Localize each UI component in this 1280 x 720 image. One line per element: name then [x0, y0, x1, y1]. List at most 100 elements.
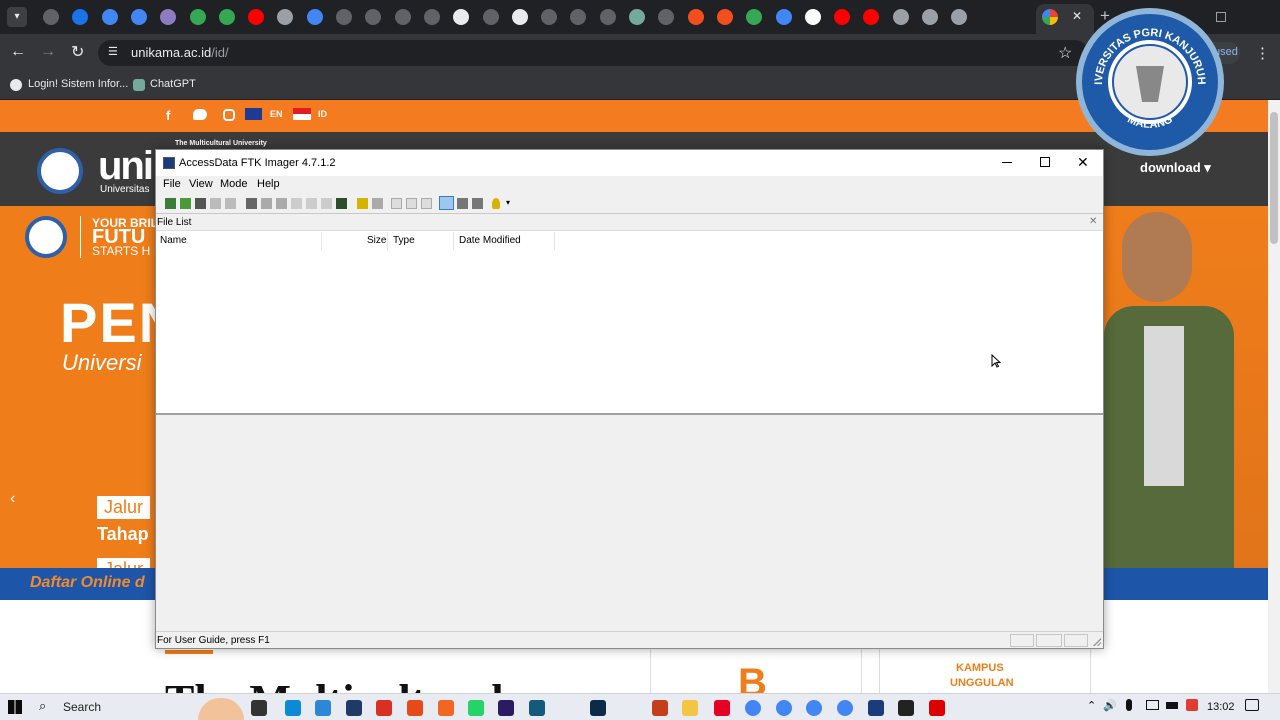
tab-favicon-icon[interactable] — [599, 9, 616, 25]
verify-drive-icon[interactable] — [321, 198, 332, 209]
add-all-devices-icon[interactable] — [180, 198, 191, 209]
tab-favicon-icon[interactable] — [43, 9, 59, 25]
tab-favicon-icon[interactable] — [746, 9, 763, 25]
col-divider[interactable] — [321, 232, 322, 250]
tab-favicon-icon[interactable] — [775, 9, 792, 25]
minimize-button[interactable] — [1002, 162, 1012, 163]
photoshop-icon[interactable] — [590, 700, 606, 716]
tab-favicon-icon[interactable] — [863, 9, 880, 25]
download-menu[interactable]: download ▾ — [1140, 160, 1211, 176]
file-explorer-icon[interactable] — [682, 700, 698, 716]
clock[interactable]: 13:02 — [1207, 701, 1235, 713]
tab-favicon-icon[interactable] — [658, 9, 675, 25]
tab-favicon-icon[interactable] — [72, 9, 89, 25]
start-icon[interactable] — [8, 700, 22, 714]
tab-favicon-icon[interactable] — [277, 9, 294, 25]
tab-favicon-icon[interactable] — [218, 9, 235, 25]
export-logical-image-icon[interactable] — [276, 198, 287, 209]
pinterest-icon[interactable] — [714, 700, 730, 716]
battery-icon[interactable] — [1166, 702, 1178, 709]
facebook-icon[interactable]: f — [166, 108, 170, 123]
site-info-icon[interactable]: ☰ — [108, 46, 120, 58]
ftk-imager-icon[interactable] — [868, 700, 884, 716]
tab-favicon-icon[interactable] — [716, 9, 733, 25]
export-disk-image-icon[interactable] — [261, 198, 272, 209]
obtain-protected-files-icon[interactable] — [357, 198, 368, 209]
tab-favicon-icon[interactable] — [101, 9, 118, 25]
remove-evidence-icon[interactable] — [210, 198, 221, 209]
view-mode-text-icon[interactable] — [457, 198, 468, 209]
tab-favicon-icon[interactable] — [834, 9, 851, 25]
page-scrollbar[interactable] — [1268, 100, 1280, 693]
add-evidence-icon[interactable] — [165, 198, 176, 209]
task-view-icon[interactable] — [251, 700, 267, 716]
tab-favicon-icon[interactable] — [804, 9, 821, 25]
panel-close-icon[interactable]: ✕ — [1089, 216, 1097, 227]
notification-icon[interactable] — [1245, 699, 1259, 711]
app-icon[interactable] — [438, 700, 454, 716]
menu-view[interactable]: View — [189, 178, 213, 190]
view-mode-hex-icon[interactable] — [472, 198, 483, 209]
menu-file[interactable]: File — [163, 178, 181, 190]
shield-app-icon[interactable] — [898, 700, 914, 716]
calculator-icon[interactable] — [315, 700, 331, 716]
office-icon[interactable] — [407, 700, 423, 716]
chrome-icon[interactable] — [806, 700, 822, 716]
tray-app-icon[interactable] — [1186, 699, 1198, 711]
lang-en[interactable]: EN — [270, 109, 283, 119]
tab-favicon-icon[interactable] — [951, 9, 968, 25]
app-icon[interactable] — [529, 700, 545, 716]
chrome-icon[interactable] — [745, 700, 761, 716]
tab-favicon-icon[interactable] — [511, 9, 528, 25]
tab-favicon-icon[interactable] — [248, 9, 265, 25]
ftk-title-bar[interactable]: AccessData FTK Imager 4.7.1.2 ✕ — [156, 150, 1103, 176]
export-files-icon[interactable] — [391, 198, 402, 209]
reload-icon[interactable]: ↻ — [71, 42, 84, 62]
capture-memory-icon[interactable] — [336, 198, 347, 209]
daftar-online-text[interactable]: Daftar Online d — [30, 574, 145, 592]
microphone-icon[interactable] — [1126, 699, 1132, 711]
col-divider[interactable] — [453, 232, 454, 250]
back-icon[interactable]: ← — [10, 43, 26, 61]
decrypt-icon[interactable] — [306, 198, 317, 209]
indonesia-flag-icon[interactable] — [293, 108, 311, 120]
australia-flag-icon[interactable] — [245, 108, 262, 120]
help-icon[interactable] — [492, 198, 500, 209]
tray-chevron-icon[interactable]: ⌃ — [1087, 699, 1096, 712]
remove-all-evidence-icon[interactable] — [225, 198, 236, 209]
chrome-icon[interactable] — [837, 700, 853, 716]
bookmark-star-icon[interactable]: ☆ — [1058, 43, 1072, 63]
tab-favicon-icon[interactable] — [687, 9, 704, 25]
tab-favicon-icon[interactable] — [189, 9, 206, 25]
export-file-hash-icon[interactable] — [406, 198, 417, 209]
create-custom-content-icon[interactable] — [291, 198, 302, 209]
col-divider[interactable] — [554, 232, 555, 250]
browser-menu-icon[interactable]: ⋮ — [1255, 44, 1270, 62]
tab-favicon-icon[interactable] — [922, 9, 938, 25]
tab-favicon-icon[interactable] — [629, 9, 645, 25]
premiere-icon[interactable] — [498, 700, 514, 716]
menu-help[interactable]: Help — [257, 178, 280, 190]
tab-favicon-icon[interactable] — [130, 9, 147, 25]
tab-favicon-icon[interactable] — [541, 9, 558, 25]
col-size[interactable]: Size — [367, 235, 386, 246]
add-to-custom-content-icon[interactable] — [421, 198, 432, 209]
view-mode-auto-icon[interactable] — [439, 196, 454, 210]
record-icon[interactable] — [929, 700, 945, 716]
tab-favicon-icon[interactable] — [306, 9, 323, 25]
pdf-icon[interactable] — [376, 700, 392, 716]
detect-encryption-icon[interactable] — [372, 198, 383, 209]
scrollbar-thumb[interactable] — [1270, 112, 1278, 244]
whatsapp-icon[interactable] — [468, 700, 484, 716]
tab-favicon-icon[interactable] — [453, 9, 470, 25]
lang-id[interactable]: ID — [318, 109, 327, 119]
tab-favicon-icon[interactable] — [482, 9, 499, 25]
carousel-prev-icon[interactable]: ‹ — [10, 490, 15, 508]
tab-favicon-icon[interactable] — [160, 9, 177, 25]
tab-favicon-icon[interactable] — [570, 9, 587, 25]
resize-grip-icon[interactable] — [1092, 637, 1101, 646]
image-mounting-icon[interactable] — [195, 198, 206, 209]
address-bar[interactable]: ☰ unikama.ac.id/id/ ☆ — [98, 40, 1088, 66]
powerpoint-icon[interactable] — [652, 700, 668, 716]
tab-favicon-icon[interactable] — [423, 9, 440, 25]
